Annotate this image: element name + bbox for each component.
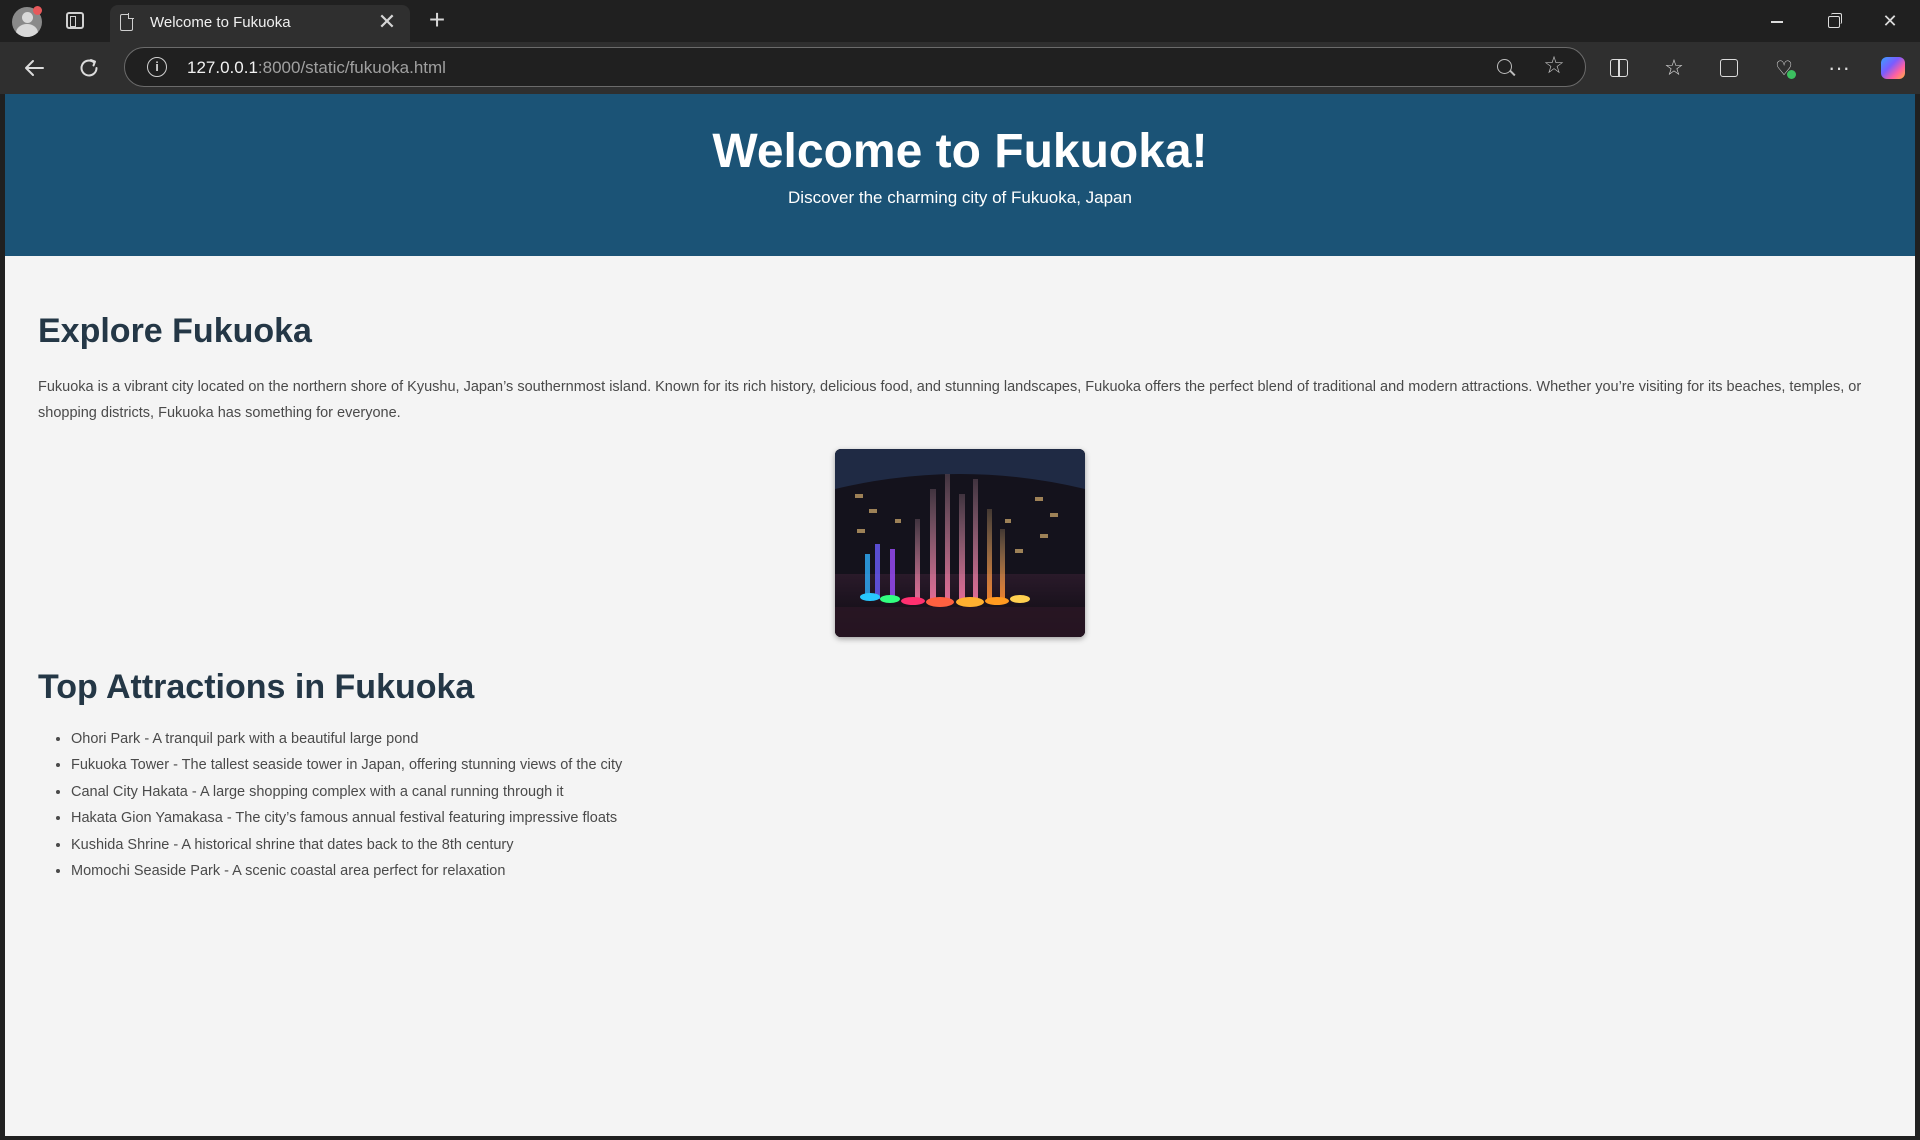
list-item: Ohori Park - A tranquil park with a beau… — [71, 726, 622, 752]
url-path: :8000/static/fukuoka.html — [257, 58, 446, 77]
fountain-photo — [835, 449, 1085, 637]
title-bar: Welcome to Fukuoka ✕ + ✕ — [0, 0, 1920, 42]
list-item: Hakata Gion Yamakasa - The city’s famous… — [71, 805, 622, 831]
back-arrow-icon[interactable] — [17, 51, 51, 85]
more-icon[interactable]: ··· — [1822, 51, 1856, 85]
list-item: Canal City Hakata - A large shopping com… — [71, 779, 622, 805]
url-text[interactable]: 127.0.0.1:8000/static/fukuoka.html — [187, 58, 446, 78]
page-subtitle: Discover the charming city of Fukuoka, J… — [788, 188, 1132, 207]
explore-heading: Explore Fukuoka — [38, 312, 312, 350]
browser-toolbar: i 127.0.0.1:8000/static/fukuoka.html ☆ ☆… — [0, 42, 1920, 94]
window-border — [0, 1136, 1920, 1140]
collections-icon[interactable] — [1712, 51, 1746, 85]
browser-essentials-icon[interactable]: ♡ — [1767, 51, 1801, 85]
browser-tab[interactable]: Welcome to Fukuoka ✕ — [110, 5, 410, 42]
list-item: Kushida Shrine - A historical shrine tha… — [71, 832, 622, 858]
close-window-button[interactable]: ✕ — [1862, 0, 1918, 42]
close-tab-icon[interactable]: ✕ — [376, 11, 398, 33]
tab-title: Welcome to Fukuoka — [150, 14, 291, 31]
explore-text: Fukuoka is a vibrant city located on the… — [38, 379, 1862, 421]
tab-actions-icon[interactable] — [66, 12, 84, 29]
split-screen-icon[interactable] — [1602, 51, 1636, 85]
restore-button[interactable] — [1805, 0, 1861, 42]
list-item: Momochi Seaside Park - A scenic coastal … — [71, 858, 622, 884]
url-host: 127.0.0.1 — [187, 58, 258, 77]
star-icon[interactable]: ☆ — [1541, 53, 1567, 79]
reload-icon[interactable] — [72, 51, 106, 85]
page-title: Welcome to Fukuoka! — [712, 125, 1208, 178]
attractions-list: Ohori Park - A tranquil park with a beau… — [71, 726, 622, 884]
minimize-button[interactable] — [1749, 0, 1805, 42]
copilot-icon[interactable] — [1876, 51, 1910, 85]
page-icon — [120, 13, 134, 31]
list-item: Fukuoka Tower - The tallest seaside towe… — [71, 752, 622, 778]
info-icon[interactable]: i — [147, 57, 167, 77]
address-bar[interactable]: i 127.0.0.1:8000/static/fukuoka.html ☆ — [124, 47, 1586, 87]
zoom-out-icon[interactable] — [1495, 57, 1517, 79]
new-tab-button[interactable]: + — [424, 6, 450, 34]
favorites-icon[interactable]: ☆ — [1657, 51, 1691, 85]
page-viewport: Welcome to Fukuoka! Discover the charmin… — [5, 94, 1915, 1136]
hero-banner: Welcome to Fukuoka! Discover the charmin… — [5, 94, 1915, 256]
attractions-heading: Top Attractions in Fukuoka — [38, 668, 475, 706]
notification-dot — [33, 6, 42, 15]
